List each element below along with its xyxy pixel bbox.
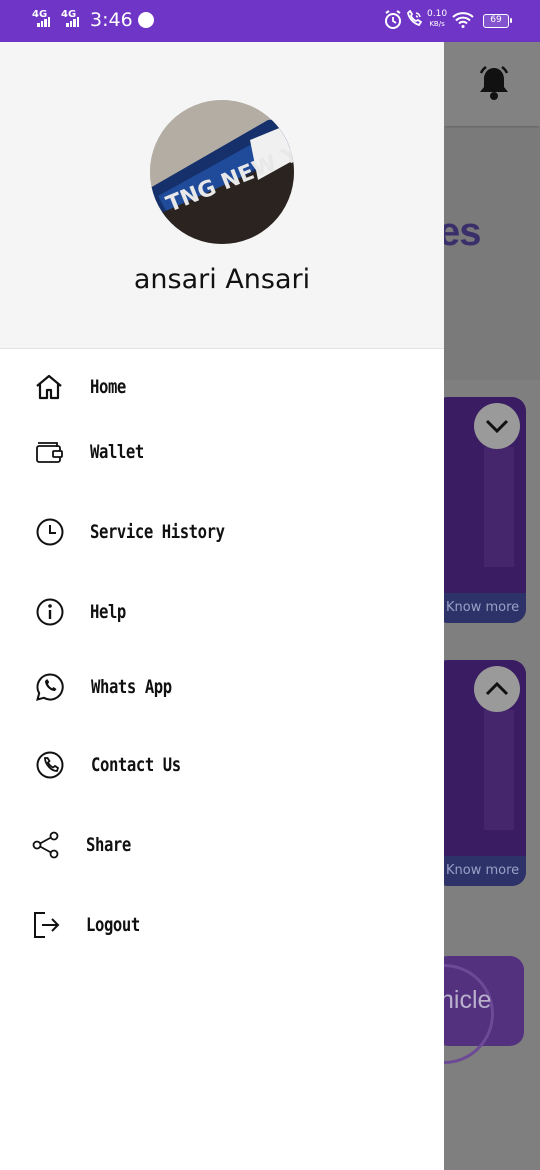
chevron-up-icon[interactable] bbox=[474, 666, 520, 712]
battery-level: 69 bbox=[490, 15, 502, 25]
phone-icon bbox=[34, 749, 66, 781]
bell-icon[interactable] bbox=[476, 64, 512, 107]
menu-item-service-history[interactable]: Service History bbox=[0, 502, 444, 562]
menu-item-share[interactable]: Share bbox=[0, 815, 444, 875]
drawer-header: TNG NEW YORK ansari Ansari bbox=[0, 42, 444, 349]
background-banner: es bbox=[438, 128, 540, 380]
menu-item-home[interactable]: Home bbox=[0, 357, 444, 417]
menu-item-help[interactable]: Help bbox=[0, 582, 444, 642]
know-more-link[interactable]: Know more bbox=[446, 600, 519, 615]
speed-value: 0.10 bbox=[427, 9, 448, 19]
wallet-icon bbox=[33, 436, 65, 468]
menu-label-logout: Logout bbox=[86, 914, 140, 936]
menu-item-contact-us[interactable]: Contact Us bbox=[0, 735, 444, 795]
background-header bbox=[444, 42, 540, 126]
vehicle-text: hicle bbox=[440, 986, 492, 1014]
card-image bbox=[484, 447, 514, 567]
signal-icon bbox=[37, 17, 50, 27]
navigation-drawer: TNG NEW YORK ansari Ansari Home Wallet S… bbox=[0, 42, 444, 1170]
logout-icon bbox=[30, 909, 62, 941]
vehicle-card[interactable]: hicle bbox=[394, 956, 524, 1064]
network-speed: 0.10 KB/s bbox=[427, 9, 447, 29]
share-icon bbox=[30, 829, 62, 861]
service-card[interactable]: Know more bbox=[434, 397, 526, 623]
alarm-icon bbox=[384, 10, 402, 35]
speed-unit: KB/s bbox=[429, 20, 445, 28]
background-app: es Know more Know more hicle bbox=[394, 42, 540, 1170]
banner-text: es bbox=[438, 210, 481, 254]
home-icon bbox=[33, 371, 65, 403]
whatsapp-icon bbox=[34, 671, 66, 703]
user-name: ansari Ansari bbox=[133, 264, 311, 295]
avatar[interactable]: TNG NEW YORK bbox=[150, 100, 294, 244]
clock-icon bbox=[34, 516, 66, 548]
menu-item-logout[interactable]: Logout bbox=[0, 895, 444, 955]
menu-label-home: Home bbox=[90, 376, 126, 398]
info-icon bbox=[34, 596, 66, 628]
battery-icon: 69 bbox=[483, 14, 512, 28]
menu-label-whats-app: Whats App bbox=[91, 676, 172, 698]
menu-item-wallet[interactable]: Wallet bbox=[0, 422, 444, 482]
menu-label-share: Share bbox=[86, 834, 131, 856]
menu-label-contact-us: Contact Us bbox=[91, 754, 181, 776]
status-time: 3:46 bbox=[90, 9, 133, 31]
card-image bbox=[484, 710, 514, 830]
menu-label-wallet: Wallet bbox=[90, 441, 144, 463]
menu-label-service-history: Service History bbox=[90, 521, 225, 543]
menu-item-whats-app[interactable]: Whats App bbox=[0, 657, 444, 717]
chevron-down-icon[interactable] bbox=[474, 403, 520, 449]
circle-notification-icon bbox=[138, 12, 154, 28]
service-card[interactable]: Know more bbox=[434, 660, 526, 886]
signal-icon bbox=[66, 17, 79, 27]
wifi-icon bbox=[452, 12, 474, 33]
know-more-link[interactable]: Know more bbox=[446, 863, 519, 878]
menu-label-help: Help bbox=[90, 601, 126, 623]
status-bar: 4G 4G 3:46 0.10 KB/s 69 bbox=[0, 0, 540, 42]
volte-call-icon bbox=[404, 9, 424, 35]
